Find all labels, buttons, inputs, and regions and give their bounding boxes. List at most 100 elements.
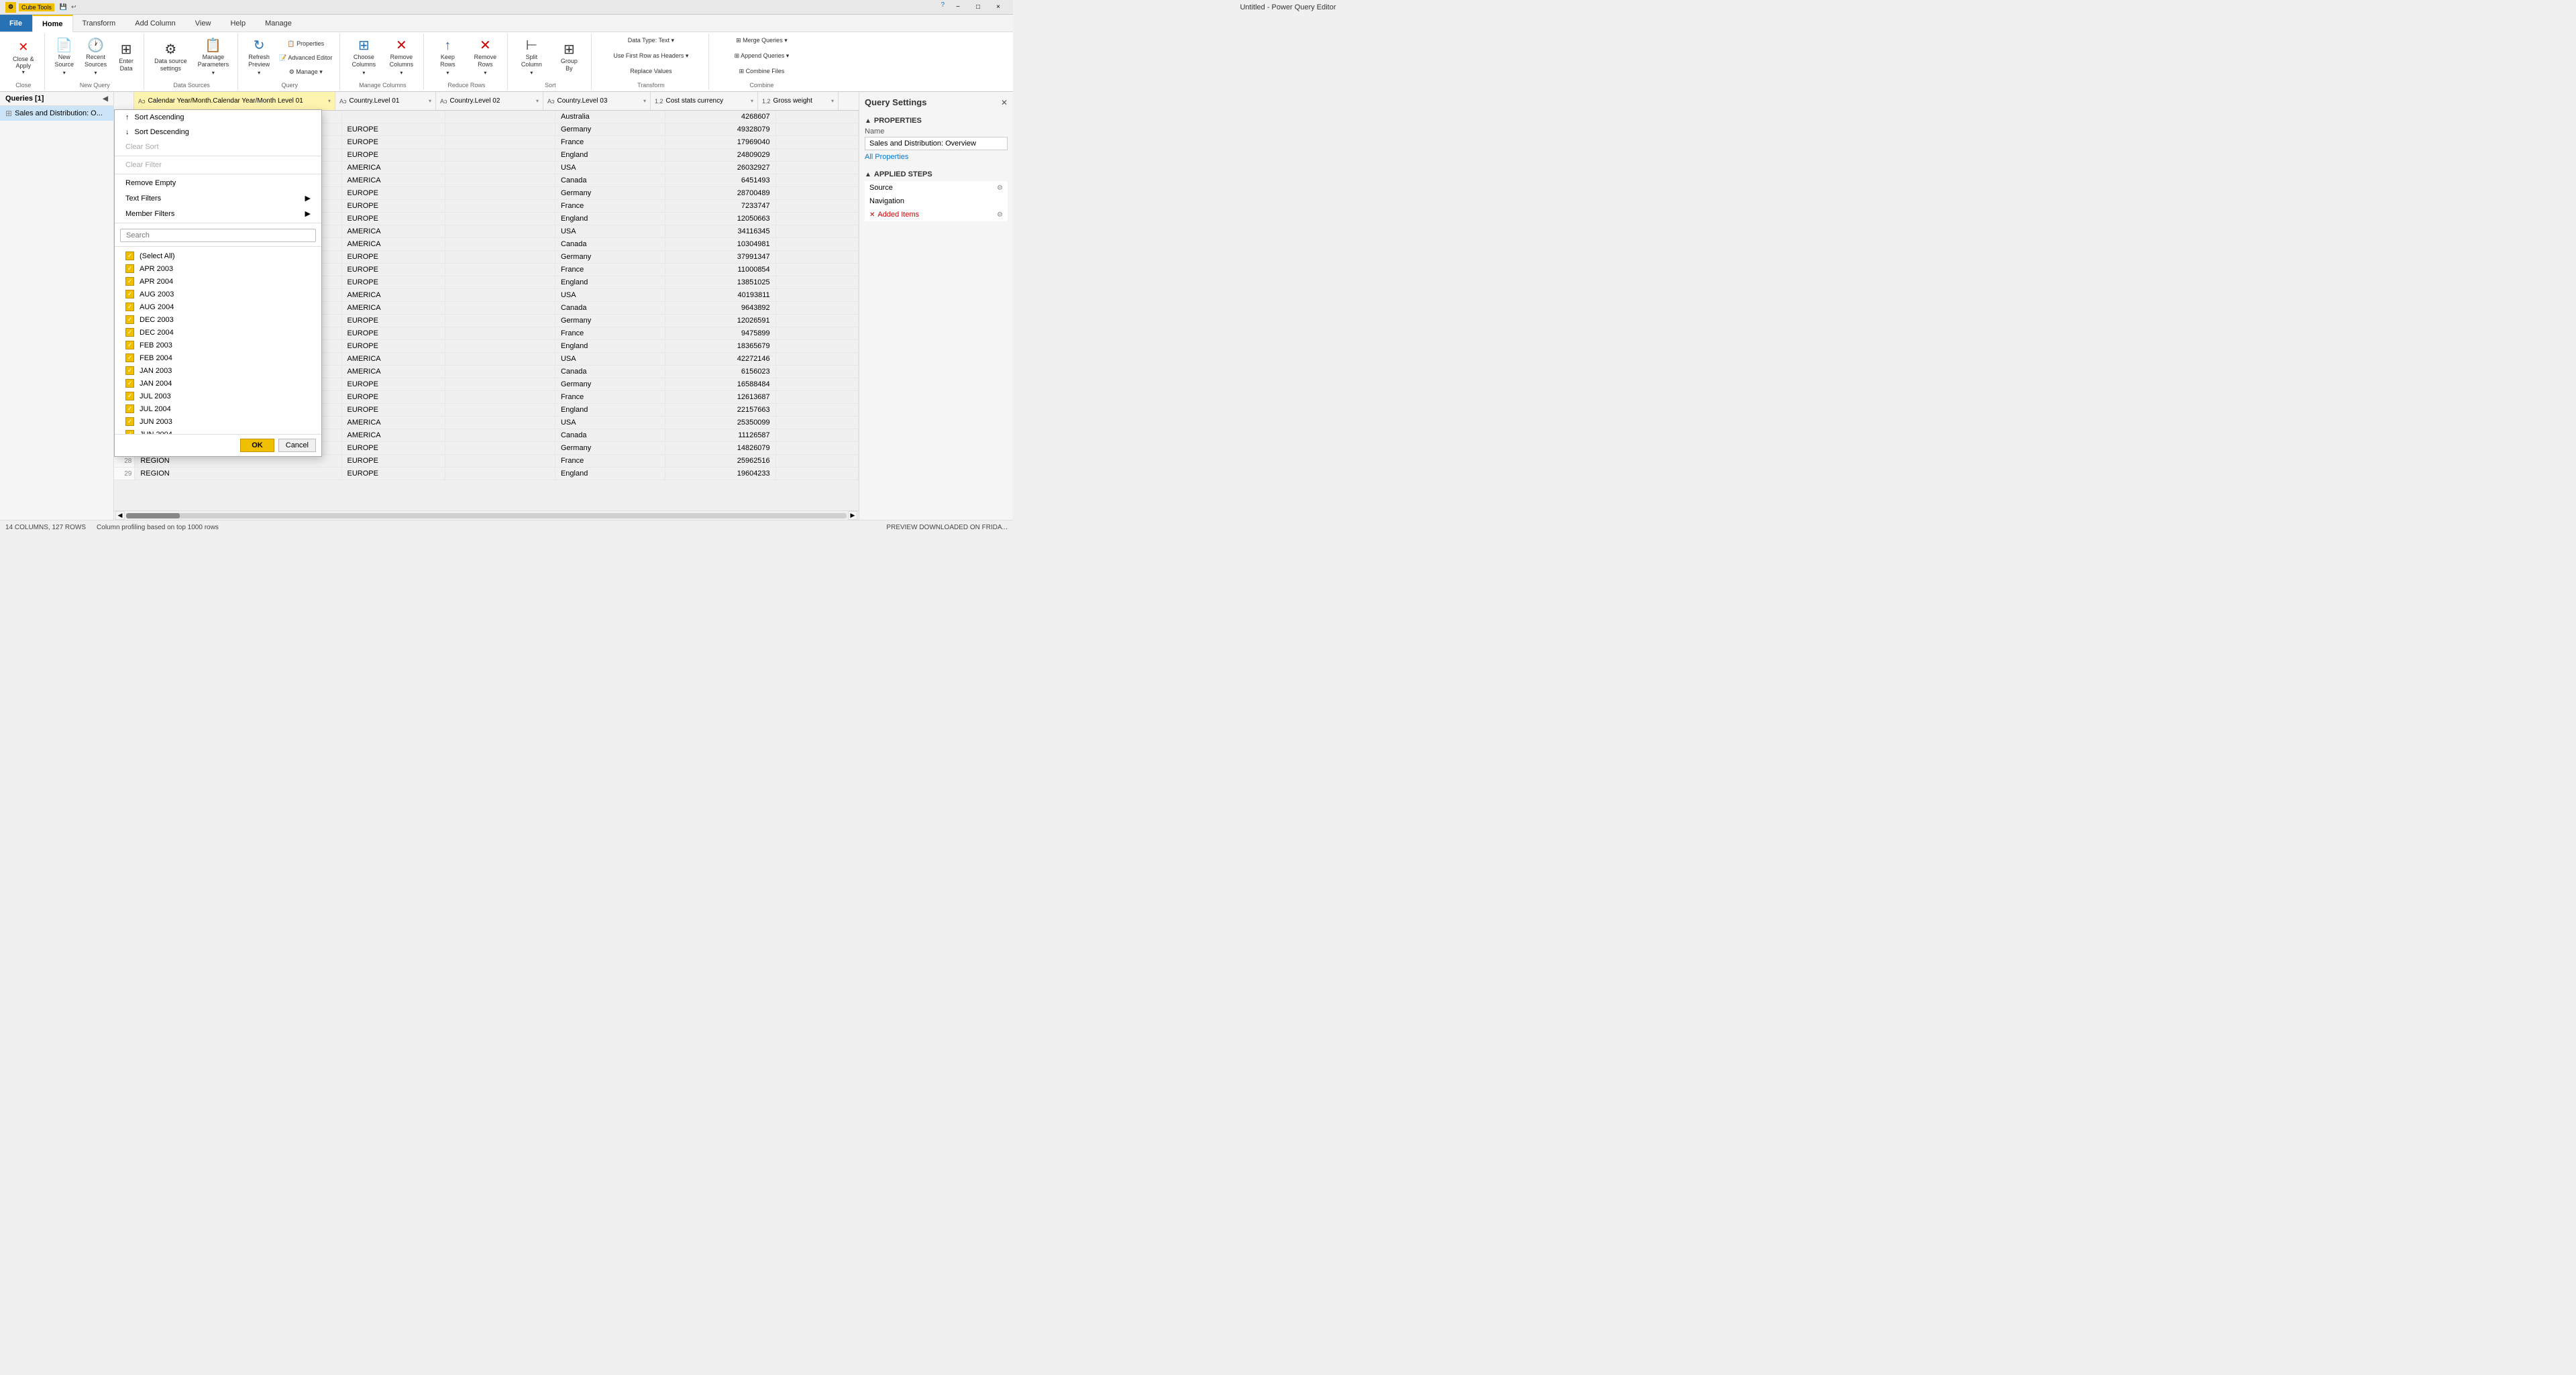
filter-checkbox-feb-2003[interactable] bbox=[125, 341, 134, 349]
tab-view[interactable]: View bbox=[186, 15, 221, 32]
member-filters-item[interactable]: Member Filters ▶ bbox=[115, 206, 321, 221]
filter-checkbox-jun-2003[interactable] bbox=[125, 417, 134, 426]
help-icon[interactable]: ? bbox=[941, 1, 945, 13]
text-filters-item[interactable]: Text Filters ▶ bbox=[115, 190, 321, 206]
filter-ok-button[interactable]: OK bbox=[240, 439, 274, 452]
filter-item-feb-2003[interactable]: FEB 2003 bbox=[115, 339, 321, 351]
replace-values-button[interactable]: Replace Values bbox=[597, 66, 704, 79]
save-icon[interactable]: 💾 bbox=[60, 3, 67, 11]
append-queries-button[interactable]: ⊞ Append Queries ▾ bbox=[714, 50, 808, 64]
filter-item-feb-2004-label: FEB 2004 bbox=[140, 354, 172, 362]
step-added-items-settings-icon[interactable]: ⚙ bbox=[997, 211, 1003, 219]
filter-item-aug-2004[interactable]: AUG 2004 bbox=[115, 300, 321, 313]
filter-search-input[interactable] bbox=[120, 229, 316, 242]
filter-checkbox-jan-2004[interactable] bbox=[125, 379, 134, 388]
col-header-country-l03[interactable]: Aↄ Country.Level 03 ▾ bbox=[543, 92, 651, 110]
filter-cancel-button[interactable]: Cancel bbox=[278, 439, 316, 452]
filter-checkbox-dec-2004[interactable] bbox=[125, 328, 134, 337]
data-source-settings-button[interactable]: ⚙ Data sourcesettings bbox=[150, 36, 192, 79]
col-header-calendar[interactable]: Aↄ Calendar Year/Month.Calendar Year/Mon… bbox=[134, 92, 335, 110]
manage-parameters-button[interactable]: 📋 ManageParameters ▾ bbox=[193, 36, 234, 79]
close-apply-button[interactable]: ✕ Close &Apply ▾ bbox=[7, 36, 40, 79]
scroll-left-button[interactable]: ◀ bbox=[115, 511, 125, 520]
step-navigation[interactable]: Navigation bbox=[865, 195, 1008, 208]
undo-icon[interactable]: ↩ bbox=[71, 3, 76, 11]
remove-columns-button[interactable]: ✕ RemoveColumns ▾ bbox=[383, 36, 419, 79]
h-scrollbar[interactable]: ◀ ▶ bbox=[114, 510, 859, 520]
applied-steps-collapse-icon[interactable]: ▲ bbox=[865, 171, 871, 178]
filter-checkbox-jul-2004[interactable] bbox=[125, 404, 134, 413]
right-panel-close-icon[interactable]: ✕ bbox=[1001, 98, 1008, 107]
filter-item-dec-2003[interactable]: DEC 2003 bbox=[115, 313, 321, 326]
step-source-settings-icon[interactable]: ⚙ bbox=[997, 184, 1003, 192]
properties-button[interactable]: 📋 Properties bbox=[276, 37, 335, 50]
filter-checkbox-apr-2004[interactable] bbox=[125, 277, 134, 286]
new-source-button[interactable]: 📄 NewSource ▾ bbox=[50, 36, 79, 79]
filter-item-jun-2004[interactable]: JUN 2004 bbox=[115, 428, 321, 434]
step-source[interactable]: Source ⚙ bbox=[865, 181, 1008, 195]
col-header-country-l02[interactable]: Aↄ Country.Level 02 ▾ bbox=[436, 92, 543, 110]
maximize-button[interactable]: □ bbox=[969, 1, 987, 13]
filter-item-jun-2003[interactable]: JUN 2003 bbox=[115, 415, 321, 428]
tab-home[interactable]: Home bbox=[32, 15, 73, 32]
filter-item-select-all[interactable]: (Select All) bbox=[115, 250, 321, 262]
enter-data-button[interactable]: ⊞ EnterData bbox=[113, 36, 140, 79]
table-cell: EUROPE bbox=[341, 455, 445, 468]
filter-item-feb-2004[interactable]: FEB 2004 bbox=[115, 351, 321, 364]
tab-file[interactable]: File bbox=[0, 15, 32, 32]
filter-item-jan-2003[interactable]: JAN 2003 bbox=[115, 364, 321, 377]
filter-item-apr-2004[interactable]: APR 2004 bbox=[115, 275, 321, 288]
data-type-button[interactable]: Data Type: Text ▾ bbox=[597, 35, 704, 48]
filter-checkbox-aug-2003[interactable] bbox=[125, 290, 134, 298]
remove-rows-button[interactable]: ✕ RemoveRows ▾ bbox=[467, 36, 503, 79]
queries-collapse-icon[interactable]: ◀ bbox=[103, 95, 108, 103]
filter-checkbox-apr-2003[interactable] bbox=[125, 264, 134, 273]
sort-ascending-item[interactable]: ↑ Sort Ascending bbox=[115, 110, 321, 125]
use-first-row-button[interactable]: Use First Row as Headers ▾ bbox=[597, 50, 704, 64]
merge-queries-button[interactable]: ⊞ Merge Queries ▾ bbox=[714, 35, 808, 48]
recent-sources-button[interactable]: 🕐 RecentSources ▾ bbox=[80, 36, 111, 79]
h-scroll-thumb[interactable] bbox=[126, 513, 180, 518]
tab-transform[interactable]: Transform bbox=[73, 15, 126, 32]
filter-item-jul-2003[interactable]: JUL 2003 bbox=[115, 390, 321, 402]
sort-descending-item[interactable]: ↓ Sort Descending bbox=[115, 125, 321, 140]
filter-item-dec-2004[interactable]: DEC 2004 bbox=[115, 326, 321, 339]
filter-item-jan-2004[interactable]: JAN 2004 bbox=[115, 377, 321, 390]
name-prop-value[interactable]: Sales and Distribution: Overview bbox=[865, 137, 1008, 150]
step-added-items[interactable]: ✕ Added Items ⚙ bbox=[865, 208, 1008, 221]
manage-dropdown-button[interactable]: ⚙ Manage ▾ bbox=[276, 65, 335, 78]
tab-manage[interactable]: Manage bbox=[256, 15, 302, 32]
text-filters-arrow-icon: ▶ bbox=[305, 194, 311, 203]
query-item-sales-dist[interactable]: ⊞ Sales and Distribution: O... bbox=[0, 106, 113, 121]
filter-checkbox-dec-2003[interactable] bbox=[125, 315, 134, 324]
remove-empty-item[interactable]: Remove Empty bbox=[115, 176, 321, 190]
scroll-right-button[interactable]: ▶ bbox=[848, 511, 857, 520]
combine-files-button[interactable]: ⊞ Combine Files bbox=[714, 66, 808, 79]
tab-add-column[interactable]: Add Column bbox=[125, 15, 186, 32]
tab-help[interactable]: Help bbox=[221, 15, 256, 32]
close-button[interactable]: × bbox=[989, 1, 1008, 13]
properties-collapse-icon[interactable]: ▲ bbox=[865, 117, 871, 125]
split-column-button[interactable]: ⊢ SplitColumn ▾ bbox=[513, 36, 549, 79]
col-header-cost-stats[interactable]: 1.2 Cost stats currency ▾ bbox=[651, 92, 758, 110]
data-source-settings-icon: ⚙ bbox=[164, 43, 176, 56]
filter-checkbox-jan-2003[interactable] bbox=[125, 366, 134, 375]
filter-checkbox-feb-2004[interactable] bbox=[125, 353, 134, 362]
keep-rows-button[interactable]: ↑ KeepRows ▾ bbox=[429, 36, 466, 79]
filter-item-aug-2003[interactable]: AUG 2003 bbox=[115, 288, 321, 300]
filter-checkbox-jul-2003[interactable] bbox=[125, 392, 134, 400]
refresh-preview-button[interactable]: ↻ RefreshPreview ▾ bbox=[244, 36, 274, 79]
filter-checkbox-aug-2004[interactable] bbox=[125, 302, 134, 311]
col-header-gross-weight[interactable]: 1.2 Gross weight ▾ bbox=[758, 92, 839, 110]
advanced-editor-button[interactable]: 📝 Advanced Editor bbox=[276, 51, 335, 64]
col-header-country-l01[interactable]: Aↄ Country.Level 01 ▾ bbox=[335, 92, 436, 110]
filter-item-apr-2003[interactable]: APR 2003 bbox=[115, 262, 321, 275]
group-by-button[interactable]: ⊞ GroupBy bbox=[551, 36, 587, 79]
choose-columns-button[interactable]: ⊞ ChooseColumns ▾ bbox=[345, 36, 382, 79]
filter-item-jul-2004[interactable]: JUL 2004 bbox=[115, 402, 321, 415]
minimize-button[interactable]: − bbox=[949, 1, 967, 13]
filter-checkbox-jun-2004[interactable] bbox=[125, 430, 134, 434]
filter-checkbox-select-all[interactable] bbox=[125, 252, 134, 260]
all-properties-link[interactable]: All Properties bbox=[865, 153, 1008, 161]
h-scroll-track[interactable] bbox=[126, 513, 847, 518]
